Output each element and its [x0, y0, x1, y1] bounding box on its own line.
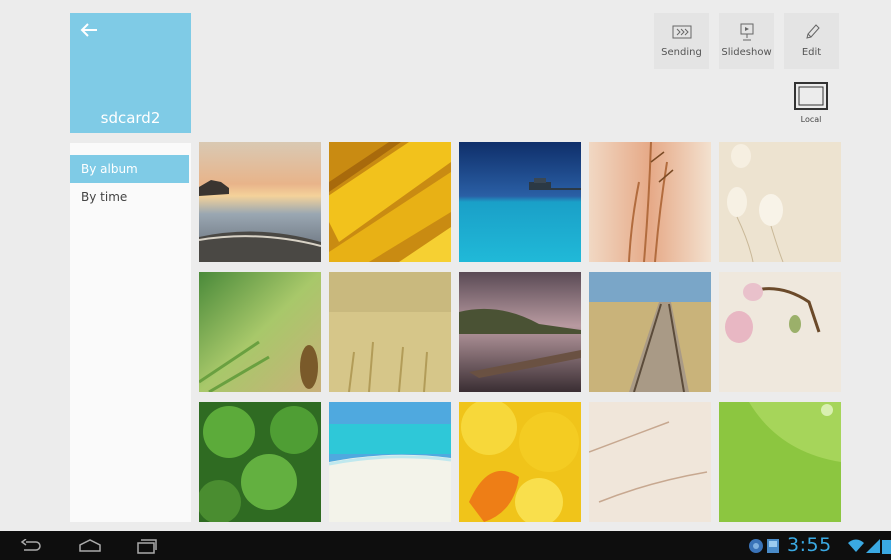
photo-thumbnail[interactable]	[589, 272, 711, 392]
recent-apps-icon[interactable]	[136, 537, 158, 555]
back-icon[interactable]	[20, 537, 42, 555]
sending-label: Sending	[661, 47, 702, 58]
globe-notification-icon[interactable]	[748, 537, 764, 555]
photo-thumbnail[interactable]	[329, 272, 451, 392]
photo-thumbnail[interactable]	[329, 142, 451, 262]
photo-thumbnail[interactable]	[589, 402, 711, 522]
slideshow-icon	[739, 23, 755, 41]
signal-icon	[866, 537, 880, 555]
photo-thumbnail[interactable]	[589, 142, 711, 262]
back-arrow-icon[interactable]	[78, 19, 100, 41]
album-header-tile[interactable]: sdcard2	[70, 13, 191, 133]
photo-thumbnail[interactable]	[459, 402, 581, 522]
sending-icon	[672, 23, 692, 41]
wifi-icon	[848, 537, 864, 555]
sending-button[interactable]: Sending	[654, 13, 709, 69]
pencil-icon	[804, 23, 820, 41]
photo-thumbnail[interactable]	[719, 402, 841, 522]
photo-grid	[199, 142, 841, 522]
slideshow-label: Slideshow	[721, 47, 772, 58]
photo-thumbnail[interactable]	[719, 142, 841, 262]
edit-button[interactable]: Edit	[784, 13, 839, 69]
local-storage-button[interactable]: Local	[788, 82, 834, 128]
view-mode-panel: By album By time	[70, 143, 191, 522]
photo-thumbnail[interactable]	[719, 272, 841, 392]
photo-thumbnail[interactable]	[459, 142, 581, 262]
battery-icon	[882, 537, 891, 555]
photo-thumbnail[interactable]	[199, 272, 321, 392]
photo-thumbnail[interactable]	[329, 402, 451, 522]
album-name: sdcard2	[100, 109, 161, 127]
gallery-notification-icon[interactable]	[766, 537, 780, 555]
photo-thumbnail[interactable]	[459, 272, 581, 392]
storage-frame-icon	[794, 82, 828, 112]
nav-item-by-album[interactable]: By album	[70, 155, 189, 183]
system-nav-bar: 3:55	[0, 531, 891, 560]
slideshow-button[interactable]: Slideshow	[719, 13, 774, 69]
edit-label: Edit	[801, 47, 822, 58]
photo-thumbnail[interactable]	[199, 142, 321, 262]
status-clock: 3:55	[787, 534, 832, 556]
nav-item-by-time[interactable]: By time	[70, 183, 189, 211]
photo-thumbnail[interactable]	[199, 402, 321, 522]
home-icon[interactable]	[78, 537, 102, 555]
local-label: Local	[800, 115, 822, 124]
